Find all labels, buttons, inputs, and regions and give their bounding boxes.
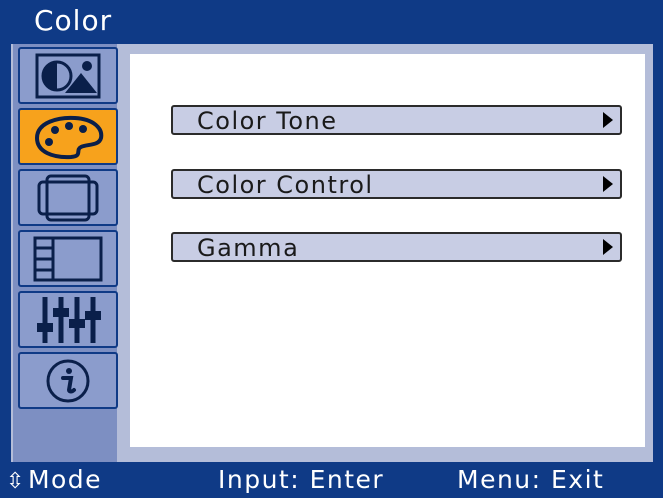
menu-item-color-control[interactable]: Color Control (171, 169, 622, 199)
page-title: Color (34, 4, 113, 37)
sliders-icon (33, 295, 103, 345)
sidebar-item-picture[interactable] (18, 47, 118, 104)
menu-item-color-tone[interactable]: Color Tone (171, 105, 622, 135)
mode-hint: ⇳Mode (6, 464, 102, 498)
sidebar-item-layout[interactable] (18, 230, 118, 287)
sidebar-item-setup[interactable] (18, 291, 118, 348)
up-down-arrow-icon: ⇳ (6, 469, 26, 494)
sidebar-item-color[interactable] (18, 108, 118, 165)
osd-frame: Color Color Tone Color Control Gamma ⇳Mo… (0, 0, 663, 498)
sidebar-item-information[interactable] (18, 352, 118, 409)
arrow-right-icon (603, 176, 613, 192)
palette-icon (29, 114, 107, 160)
menu-panel: Color Tone Color Control Gamma (130, 54, 645, 447)
window-layout-icon (33, 236, 103, 282)
picture-icon (35, 53, 101, 99)
sidebar (13, 44, 118, 462)
menu-item-gamma[interactable]: Gamma (171, 232, 622, 262)
input-hint: Input: Enter (218, 465, 385, 494)
info-icon (45, 358, 91, 404)
sidebar-item-geometry[interactable] (18, 169, 118, 226)
screen-geometry-icon (35, 174, 101, 222)
menu-item-label: Color Control (197, 171, 374, 199)
footer-hints: ⇳Mode Input: Enter Menu: Exit (0, 462, 663, 498)
menu-item-label: Gamma (197, 234, 300, 262)
arrow-right-icon (603, 239, 613, 255)
mode-hint-label: Mode (27, 465, 103, 494)
arrow-right-icon (603, 112, 613, 128)
menu-item-label: Color Tone (197, 107, 338, 135)
menu-hint: Menu: Exit (457, 465, 605, 494)
